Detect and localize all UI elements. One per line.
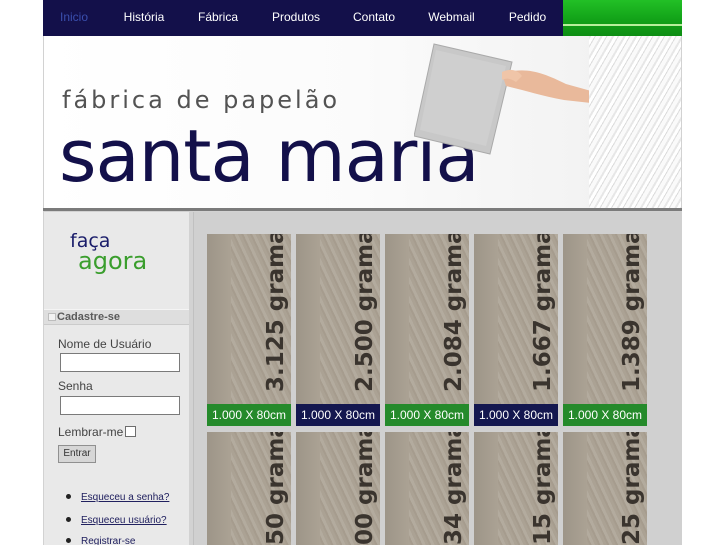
product-size-tag: 1.000 X 80cm [563,404,647,426]
product-weight: 50 gramas [263,432,289,545]
product-card[interactable]: 00 gramas [296,432,380,545]
product-card[interactable]: 2.084 gramas 1.000 X 80cm [385,234,469,426]
header-banner: fábrica de papelão santa maria [44,36,681,208]
sidebar: faça agora Cadastre-se Nome de Usuário S… [44,212,189,545]
product-weight: 1.389 gramas [619,234,645,392]
promo-text-agora: agora [78,247,148,275]
username-label: Nome de Usuário [58,337,152,351]
nav-item-pedido[interactable]: Pedido [494,0,561,36]
product-weight: 3.125 gramas [263,234,289,392]
product-card[interactable]: 1.389 gramas 1.000 X 80cm [563,234,647,426]
product-card[interactable]: 15 gramas [474,432,558,545]
forgot-username-link[interactable]: Esqueceu usuário? [81,515,167,526]
password-input[interactable] [60,396,180,415]
product-weight: 00 gramas [352,432,378,545]
banner-divider [43,208,682,211]
password-label: Senha [58,379,93,393]
login-module-header: Cadastre-se [44,309,189,325]
product-card[interactable]: 25 gramas [563,432,647,545]
login-submit-button[interactable]: Entrar [58,445,96,463]
product-size-tag: 1.000 X 80cm [296,404,380,426]
remember-me-label: Lembrar-me [58,425,124,439]
product-weight: 25 gramas [619,432,645,545]
nav-item-contato[interactable]: Contato [339,0,409,36]
page-frame: Inicio História Fábrica Produtos Contato… [43,0,682,545]
product-weight: 34 gramas [441,432,467,545]
bullet-icon [66,538,71,543]
banner-subtitle: fábrica de papelão [62,86,341,114]
module-square-icon [48,313,56,321]
product-weight: 2.500 gramas [352,234,378,392]
register-link[interactable]: Registrar-se [81,536,135,545]
product-card[interactable]: 2.500 gramas 1.000 X 80cm [296,234,380,426]
top-navigation: Inicio História Fábrica Produtos Contato… [43,0,682,36]
product-size-tag: 1.000 X 80cm [474,404,558,426]
login-module-title: Cadastre-se [57,311,120,323]
product-card[interactable]: 3.125 gramas 1.000 X 80cm [207,234,291,426]
nav-item-historia[interactable]: História [105,0,183,36]
product-weight: 2.084 gramas [441,234,467,392]
product-card[interactable]: 1.667 gramas 1.000 X 80cm [474,234,558,426]
product-card[interactable]: 50 gramas [207,432,291,545]
hand-holding-cardboard-illustration [414,43,602,155]
product-grid: 3.125 gramas 1.000 X 80cm 2.500 gramas 1… [193,212,682,545]
bullet-icon [66,494,71,499]
shredded-paper-decoration [589,36,681,208]
product-size-tag: 1.000 X 80cm [207,404,291,426]
nav-item-webmail[interactable]: Webmail [409,0,494,36]
product-size-tag: 1.000 X 80cm [385,404,469,426]
username-input[interactable] [60,353,180,372]
nav-item-inicio[interactable]: Inicio [43,0,105,36]
remember-me-checkbox[interactable] [125,426,136,437]
nav-item-fabrica[interactable]: Fábrica [183,0,253,36]
bullet-icon [66,517,71,522]
product-weight: 1.667 gramas [530,234,556,392]
forgot-password-link[interactable]: Esqueceu a senha? [81,492,169,503]
nav-item-produtos[interactable]: Produtos [253,0,339,36]
product-card[interactable]: 34 gramas [385,432,469,545]
nav-accent-block [563,0,682,36]
product-weight: 15 gramas [530,432,556,545]
